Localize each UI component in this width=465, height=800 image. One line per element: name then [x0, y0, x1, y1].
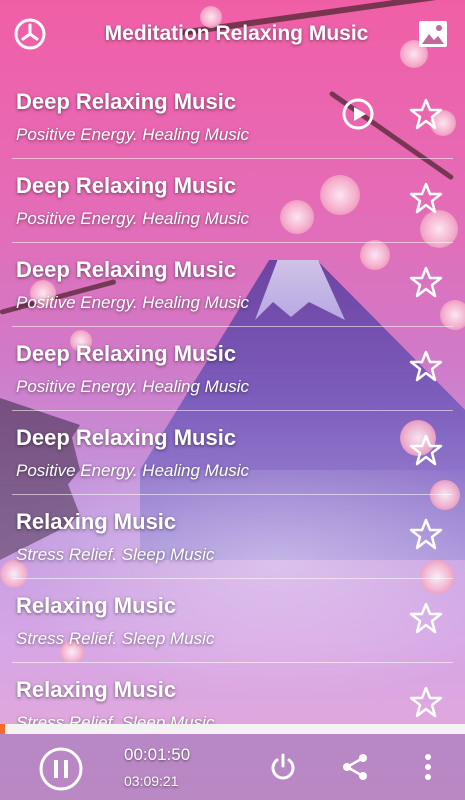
play-icon[interactable] — [341, 97, 375, 131]
timer-icon — [14, 18, 46, 50]
favorite-star-icon[interactable] — [409, 601, 443, 635]
favorite-star-icon[interactable] — [409, 265, 443, 299]
total-time: 03:09:21 — [124, 773, 179, 789]
track-title: Deep Relaxing Music — [16, 173, 237, 198]
track-subtitle: Positive Energy. Healing Music — [16, 125, 250, 144]
favorite-star-icon[interactable] — [409, 433, 443, 467]
pause-icon[interactable] — [38, 746, 84, 792]
power-icon[interactable] — [268, 752, 298, 782]
track-row[interactable]: Relaxing Music Stress Relief. Sleep Musi… — [12, 495, 453, 579]
track-title: Deep Relaxing Music — [16, 257, 237, 282]
track-subtitle: Stress Relief. Sleep Music — [16, 629, 215, 648]
track-title: Relaxing Music — [16, 677, 177, 702]
favorite-star-icon[interactable] — [409, 349, 443, 383]
image-icon — [419, 21, 447, 47]
track-subtitle: Positive Energy. Healing Music — [16, 209, 250, 228]
favorite-star-icon[interactable] — [409, 685, 443, 719]
timer-button[interactable] — [10, 14, 50, 54]
track-title: Relaxing Music — [16, 593, 177, 618]
track-title: Deep Relaxing Music — [16, 341, 237, 366]
app-toolbar: Meditation Relaxing Music — [0, 0, 465, 68]
track-subtitle: Positive Energy. Healing Music — [16, 461, 250, 480]
track-row[interactable]: Deep Relaxing Music Positive Energy. Hea… — [12, 159, 453, 243]
favorite-star-icon[interactable] — [409, 97, 443, 131]
favorite-star-icon[interactable] — [409, 517, 443, 551]
favorite-star-icon[interactable] — [409, 181, 443, 215]
elapsed-time: 00:01:50 — [124, 745, 191, 764]
share-icon[interactable] — [340, 752, 370, 782]
track-title: Relaxing Music — [16, 509, 177, 534]
track-subtitle: Positive Energy. Healing Music — [16, 377, 250, 396]
player-controls: 00:01:50 03:09:21 — [0, 734, 465, 800]
track-subtitle: Positive Energy. Healing Music — [16, 293, 250, 312]
track-row[interactable]: Deep Relaxing Music Positive Energy. Hea… — [12, 411, 453, 495]
playback-progress-bar[interactable] — [0, 724, 465, 734]
track-row[interactable]: Deep Relaxing Music Positive Energy. Hea… — [12, 243, 453, 327]
track-list: Deep Relaxing Music Positive Energy. Hea… — [0, 75, 465, 747]
track-title: Deep Relaxing Music — [16, 425, 237, 450]
progress-fill — [0, 724, 5, 734]
track-subtitle: Stress Relief. Sleep Music — [16, 545, 215, 564]
wallpaper-button[interactable] — [413, 14, 453, 54]
track-row[interactable]: Deep Relaxing Music Positive Energy. Hea… — [12, 327, 453, 411]
more-options-icon[interactable] — [416, 752, 440, 782]
track-row[interactable]: Deep Relaxing Music Positive Energy. Hea… — [12, 75, 453, 159]
track-row[interactable]: Relaxing Music Stress Relief. Sleep Musi… — [12, 579, 453, 663]
track-title: Deep Relaxing Music — [16, 89, 237, 114]
app-title: Meditation Relaxing Music — [104, 22, 369, 45]
